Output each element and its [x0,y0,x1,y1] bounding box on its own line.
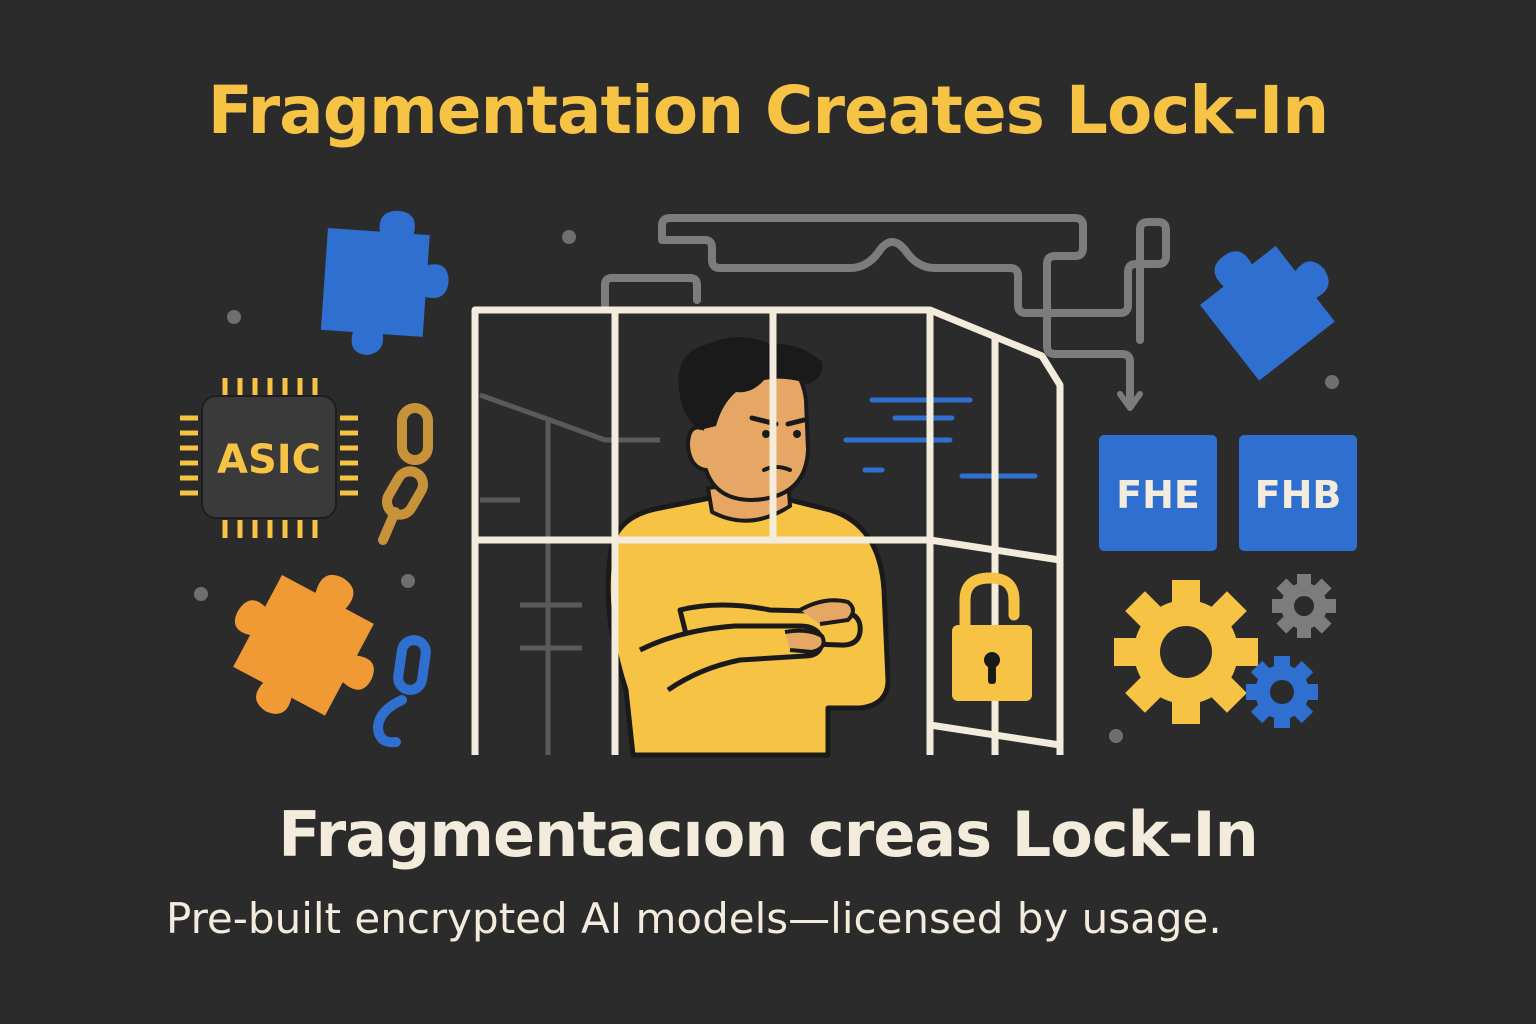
fhe-badge: FHE [1099,435,1217,551]
chip-icon: ASIC [180,378,358,538]
gear-icon-large [1114,580,1258,724]
gear-icon-grey [1272,574,1336,638]
gear-icon-blue [1246,656,1318,728]
subtitle: Fragmentacıon creas Lock-In [278,798,1259,871]
puzzle-piece-icon [320,210,449,356]
fhe-label: FHE [1116,473,1200,517]
puzzle-piece-icon-right [1200,245,1335,381]
caption: Pre-built encrypted AI models—licensed b… [166,894,1222,943]
chip-label: ASIC [217,437,321,483]
fhb-badge: FHB [1239,435,1357,551]
person-arms-crossed [605,337,891,758]
chain-link-icon-blue [372,635,431,748]
fhb-label: FHB [1255,473,1342,517]
chain-link-icon [378,403,433,545]
motion-lines [843,397,1038,479]
